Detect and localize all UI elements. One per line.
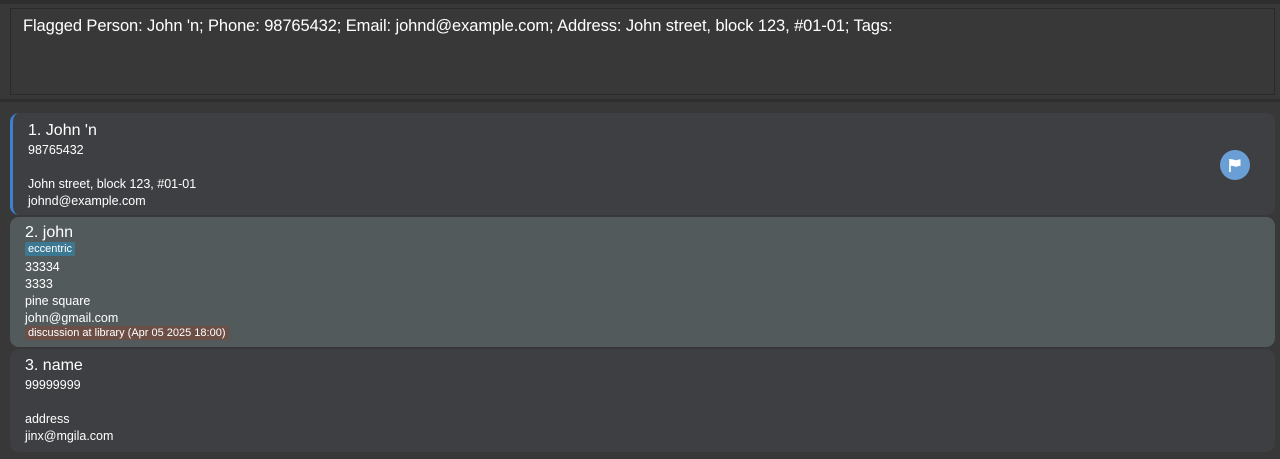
flag-icon <box>1229 159 1241 172</box>
person-phone: 33334 <box>25 260 60 274</box>
person-list[interactable]: 1. John 'n 98765432 John street, block 1… <box>0 102 1280 459</box>
window-top-strip <box>0 0 1280 4</box>
person-name: 2. john <box>25 224 74 241</box>
person-email: john@gmail.com <box>25 311 119 325</box>
person-email: jinx@mgila.com <box>25 429 114 443</box>
flag-button[interactable] <box>1220 150 1250 180</box>
person-name: 1. John 'n <box>28 122 97 139</box>
person-address: John street, block 123, #01-01 <box>28 177 197 191</box>
tag-badge: eccentric <box>25 242 76 256</box>
result-text: Flagged Person: John 'n; Phone: 98765432… <box>23 17 893 35</box>
person-card[interactable]: 2. john eccentric 33334 3333 pine square… <box>10 217 1275 347</box>
event-badge: discussion at library (Apr 05 2025 18:00… <box>25 326 229 340</box>
person-address: address <box>25 412 70 426</box>
person-phone: 98765432 <box>28 143 84 157</box>
person-name: 3. name <box>25 357 83 374</box>
person-address: pine square <box>25 294 91 308</box>
person-phone: 99999999 <box>25 378 81 392</box>
list-scrollbar[interactable] <box>1276 102 1280 459</box>
person-email: johnd@example.com <box>28 194 146 208</box>
result-display[interactable]: Flagged Person: John 'n; Phone: 98765432… <box>10 8 1275 95</box>
person-extra: 3333 <box>25 277 53 291</box>
person-card[interactable]: 3. name 99999999 address jinx@mgila.com <box>10 349 1275 452</box>
person-card[interactable]: 1. John 'n 98765432 John street, block 1… <box>10 113 1275 215</box>
